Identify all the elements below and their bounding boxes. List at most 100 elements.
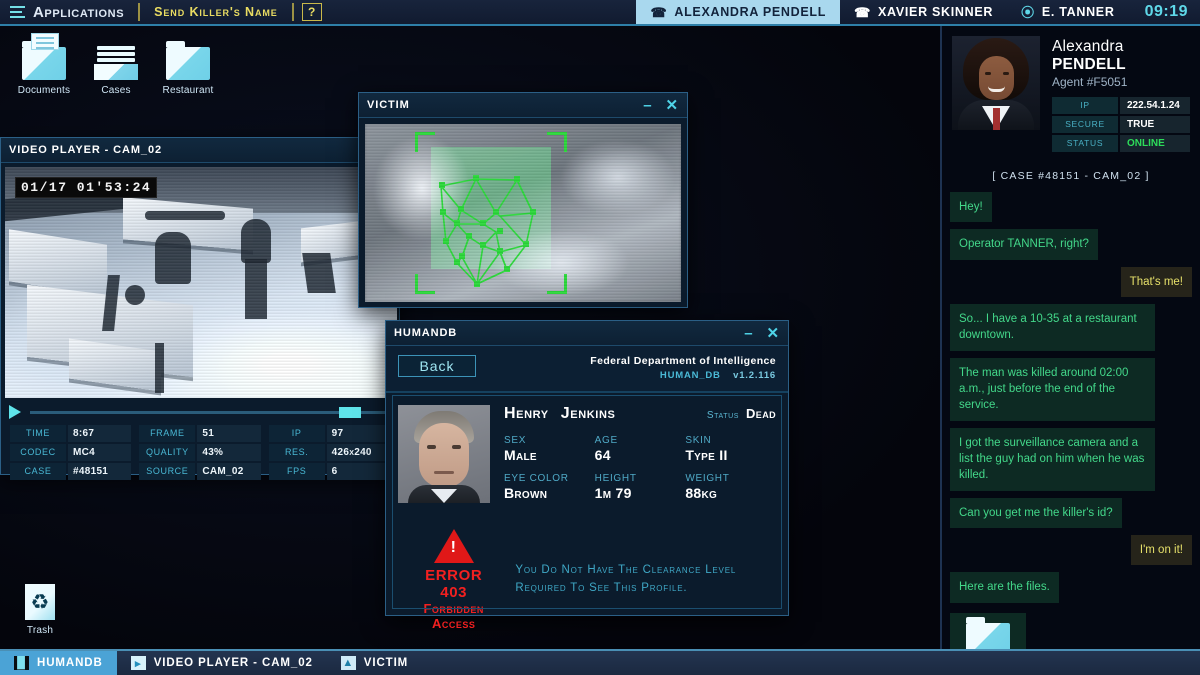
video-metadata-table: TIME 8:67 CODEC MC4 CASE #48151 <box>5 425 395 486</box>
desktop-icon-cases[interactable]: Cases <box>78 34 154 96</box>
chat-attachment-restaurant[interactable]: Restaurant <box>950 613 1026 649</box>
desktop-icon-documents[interactable]: Documents <box>6 34 82 96</box>
attribute-key: SEX <box>504 435 595 446</box>
meta-value: CAM_02 <box>197 463 260 480</box>
meta-value: 43% <box>197 444 260 461</box>
table-row: SOURCE CAM_02 <box>139 463 260 480</box>
desktop-icon-label: Cases <box>78 85 154 96</box>
window-title: Victim <box>367 99 410 111</box>
agent-tab-label: Xavier Skinner <box>878 5 993 19</box>
stat-key: STATUS <box>1052 135 1118 152</box>
meta-value: 8:67 <box>68 425 131 442</box>
chat-message: That's me! <box>1121 267 1192 297</box>
stat-key: IP <box>1052 97 1118 114</box>
attribute-value: 88kg <box>685 485 776 501</box>
video-surveillance-view[interactable]: 01/17 01'53:24 <box>5 167 397 398</box>
subject-photo <box>398 405 490 503</box>
close-icon[interactable]: ✕ <box>767 326 780 341</box>
chat-message: I got the surveillance camera and a list… <box>950 428 1155 491</box>
taskbar-item-victim[interactable]: ▲ Victim <box>327 651 422 675</box>
chat-message: I'm on it! <box>1131 535 1192 565</box>
agent-first-name: Alexandra <box>1052 38 1124 55</box>
minimize-icon[interactable]: – <box>744 326 753 341</box>
video-transport-controls <box>5 398 395 425</box>
desktop-icon-restaurant[interactable]: Restaurant <box>150 34 226 96</box>
stat-value: ONLINE <box>1120 135 1190 152</box>
documents-folder-icon <box>6 34 82 80</box>
status-value: Dead <box>746 406 776 421</box>
desktop-area: Documents Cases Restaurant ♻ Trash <box>0 26 940 649</box>
agent-tab-xavier-skinner[interactable]: ☎ Xavier Skinner <box>840 0 1007 24</box>
send-killer-name-button[interactable]: Send killer's name <box>140 0 292 24</box>
agent-tab-label: Alexandra Pendell <box>674 5 826 19</box>
stat-key: SECURE <box>1052 116 1118 133</box>
video-player-body: 01/17 01'53:24 TIME 8:67 <box>1 163 399 490</box>
victim-window[interactable]: Victim – ✕ <box>358 92 688 308</box>
divider <box>292 3 294 21</box>
meta-key: CODEC <box>10 444 66 461</box>
attribute-cell: SKIN Type II <box>685 435 776 463</box>
hamburger-icon <box>10 6 25 18</box>
video-timestamp-overlay: 01/17 01'53:24 <box>15 177 157 198</box>
taskbar-item-label: Video Player - CAM_02 <box>154 657 313 669</box>
close-icon[interactable]: ✕ <box>666 98 679 113</box>
play-icon[interactable] <box>9 405 21 419</box>
meta-key: FRAME <box>139 425 195 442</box>
agent-profile: Alexandra PENDELL Agent #F5051 IP 222.54… <box>942 26 1200 158</box>
meta-key: FPS <box>269 463 325 480</box>
taskbar-item-label: Victim <box>364 657 408 669</box>
attribute-cell: EYE COLOR Brown <box>504 473 595 501</box>
subject-first-name: Henry <box>504 405 549 422</box>
meta-value: #48151 <box>68 463 131 480</box>
applications-menu-button[interactable]: Applications <box>0 0 138 24</box>
agent-tabs: ☎ Alexandra Pendell ☎ Xavier Skinner ⦿ E… <box>636 0 1200 24</box>
agent-tab-e-tanner[interactable]: ⦿ E. Tanner <box>1007 0 1128 24</box>
attribute-key: HEIGHT <box>595 473 686 484</box>
cctv-footage <box>5 167 397 398</box>
humandb-window[interactable]: HumanDB – ✕ Back Federal Department of I… <box>385 320 789 616</box>
clock: 09:19 <box>1129 0 1200 24</box>
desktop-icon-label: Documents <box>6 85 82 96</box>
chat-message: The man was killed around 02:00 a.m., ju… <box>950 358 1155 421</box>
divider <box>138 3 140 21</box>
meta-key: QUALITY <box>139 444 195 461</box>
agent-tab-alexandra-pendell[interactable]: ☎ Alexandra Pendell <box>636 0 840 24</box>
video-player-window[interactable]: Video Player - CAM_02 <box>0 137 400 475</box>
case-header: [ CASE #48151 - CAM_02 ] <box>942 158 1200 192</box>
taskbar-item-video-player[interactable]: ▸ Video Player - CAM_02 <box>117 651 327 675</box>
humandb-subject-panel: Henry Jenkins Status Dead SEX Male <box>386 393 788 515</box>
applications-label: Applications <box>33 4 124 21</box>
attribute-value: 64 <box>595 447 686 463</box>
video-progress-scrubber[interactable] <box>30 411 389 414</box>
table-row: TIME 8:67 <box>10 425 131 442</box>
victim-titlebar[interactable]: Victim – ✕ <box>359 93 687 118</box>
chat-message: Hey! <box>950 192 992 222</box>
attribute-key: WEIGHT <box>685 473 776 484</box>
meta-value: 51 <box>197 425 260 442</box>
minimize-icon[interactable]: – <box>643 98 652 113</box>
table-row: RES. 426x240 <box>269 444 390 461</box>
window-title: Video Player - CAM_02 <box>9 144 162 156</box>
attribute-key: SKIN <box>685 435 776 446</box>
chat-message: Operator TANNER, right? <box>950 229 1098 259</box>
recycle-bin-icon: ♻ <box>2 574 78 620</box>
video-progress-thumb[interactable] <box>339 407 361 418</box>
db-version: v1.2.116 <box>733 370 776 381</box>
table-row: CODEC MC4 <box>10 444 131 461</box>
desktop-icon-label: Trash <box>2 625 78 636</box>
meta-value: 97 <box>327 425 390 442</box>
attribute-key: AGE <box>595 435 686 446</box>
victim-body <box>359 118 687 308</box>
subject-attributes-grid: SEX Male AGE 64 SKIN Type II EYE COLOR <box>504 435 776 501</box>
error-code: ERROR 403 <box>420 567 487 601</box>
help-button[interactable]: ? <box>302 3 322 21</box>
attribute-cell: WEIGHT 88kg <box>685 473 776 501</box>
humandb-titlebar[interactable]: HumanDB – ✕ <box>386 321 788 346</box>
video-player-titlebar[interactable]: Video Player - CAM_02 <box>1 138 399 163</box>
chat-message: So... I have a 10-35 at a restaurant dow… <box>950 304 1155 351</box>
desktop-icon-trash[interactable]: ♻ Trash <box>2 574 78 636</box>
attribute-key: EYE COLOR <box>504 473 595 484</box>
taskbar-item-humandb[interactable]: █ HumanDB <box>0 651 117 675</box>
back-button[interactable]: Back <box>398 355 476 377</box>
victim-face-scan-view[interactable] <box>365 124 681 302</box>
